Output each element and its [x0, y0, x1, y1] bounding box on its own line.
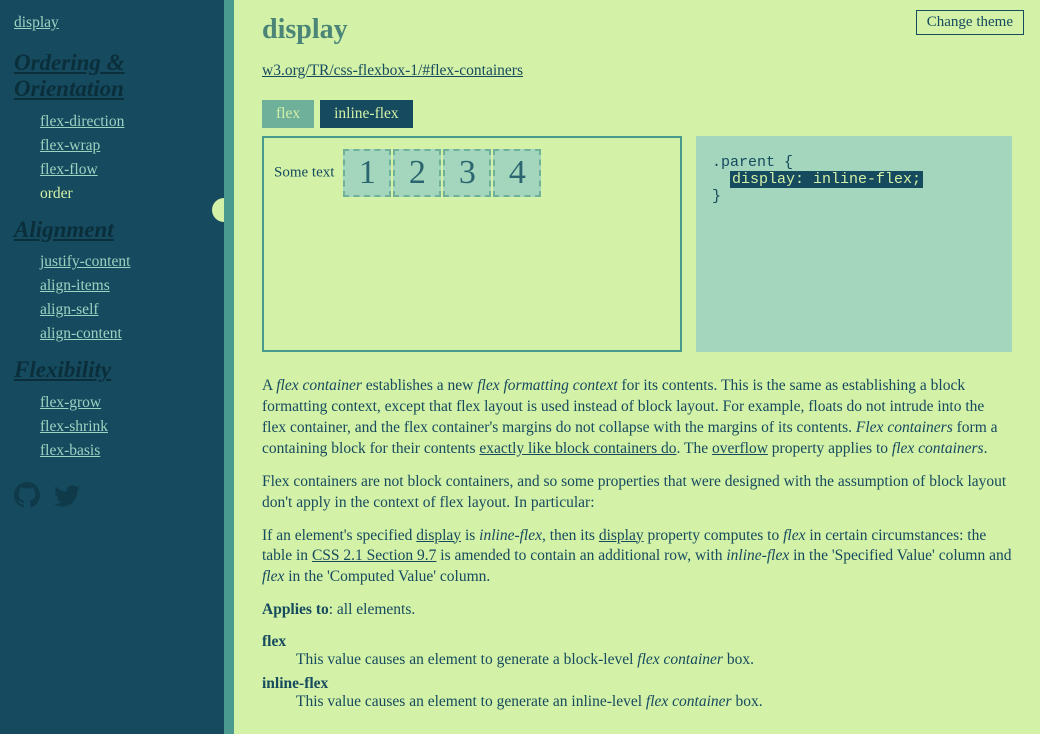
sidebar-item-align-items[interactable]: align-items	[40, 277, 110, 295]
page-title: display	[262, 14, 1012, 46]
nav-heading[interactable]: Ordering & Orientation	[14, 50, 210, 103]
def-desc: This value causes an element to generate…	[296, 651, 1012, 669]
twitter-icon[interactable]	[54, 482, 80, 508]
sidebar-item-order[interactable]: order	[40, 185, 73, 203]
sidebar-item-align-self[interactable]: align-self	[40, 301, 99, 319]
link-overflow[interactable]: overflow	[712, 440, 768, 457]
change-theme-button[interactable]: Change theme	[916, 10, 1024, 35]
description: A flex container establishes a new flex …	[262, 376, 1012, 711]
flex-demo-item: 1	[343, 149, 391, 197]
tabs: flexinline-flex	[262, 100, 1012, 128]
code-snippet: .parent { display: inline-flex; }	[696, 136, 1012, 352]
flex-demo-item: 2	[393, 149, 441, 197]
sidebar-item-flex-direction[interactable]: flex-direction	[40, 113, 124, 131]
flex-container-demo: 1234	[342, 148, 542, 198]
main-content: Change theme display w3.org/TR/css-flexb…	[224, 0, 1040, 734]
link-css21[interactable]: CSS 2.1 Section 9.7	[312, 547, 436, 564]
sidebar-item-flex-shrink[interactable]: flex-shrink	[40, 418, 108, 436]
spec-link[interactable]: w3.org/TR/css-flexbox-1/#flex-containers	[262, 62, 523, 80]
nav-heading[interactable]: Flexibility	[14, 357, 210, 383]
def-desc: This value causes an element to generate…	[296, 693, 1012, 711]
code-highlight: display: inline-flex;	[730, 171, 923, 188]
paragraph: Applies to: all elements.	[262, 600, 1012, 621]
tab-inline-flex[interactable]: inline-flex	[320, 100, 413, 128]
demo-preview: Some text 1234	[262, 136, 682, 352]
sidebar: display Ordering & Orientation flex-direc…	[0, 0, 224, 734]
code-line: .parent {	[712, 154, 793, 171]
sidebar-item-flex-wrap[interactable]: flex-wrap	[40, 137, 100, 155]
tab-flex[interactable]: flex	[262, 100, 314, 128]
def-term: flex	[262, 633, 1012, 651]
code-line	[712, 171, 730, 188]
github-icon[interactable]	[14, 482, 40, 508]
paragraph: A flex container establishes a new flex …	[262, 376, 1012, 460]
demo-lead-text: Some text	[274, 165, 334, 181]
paragraph: If an element's specified display is inl…	[262, 526, 1012, 589]
sidebar-item-flex-grow[interactable]: flex-grow	[40, 394, 101, 412]
sidebar-item-align-content[interactable]: align-content	[40, 325, 122, 343]
sidebar-item-flex-flow[interactable]: flex-flow	[40, 161, 98, 179]
link-display[interactable]: display	[416, 527, 461, 544]
social-links	[14, 482, 210, 508]
code-line: }	[712, 188, 721, 205]
paragraph: Flex containers are not block containers…	[262, 472, 1012, 514]
flex-demo-item: 4	[493, 149, 541, 197]
flex-demo-item: 3	[443, 149, 491, 197]
link-block-containers[interactable]: exactly like block containers do	[479, 440, 676, 457]
definition-list: flexThis value causes an element to gene…	[262, 633, 1012, 711]
sidebar-item-flex-basis[interactable]: flex-basis	[40, 442, 100, 460]
link-display[interactable]: display	[599, 527, 644, 544]
sidebar-item-justify-content[interactable]: justify-content	[40, 253, 130, 271]
def-term: inline-flex	[262, 675, 1012, 693]
nav-heading[interactable]: Alignment	[14, 217, 210, 243]
sidebar-top-link[interactable]: display	[14, 14, 59, 32]
